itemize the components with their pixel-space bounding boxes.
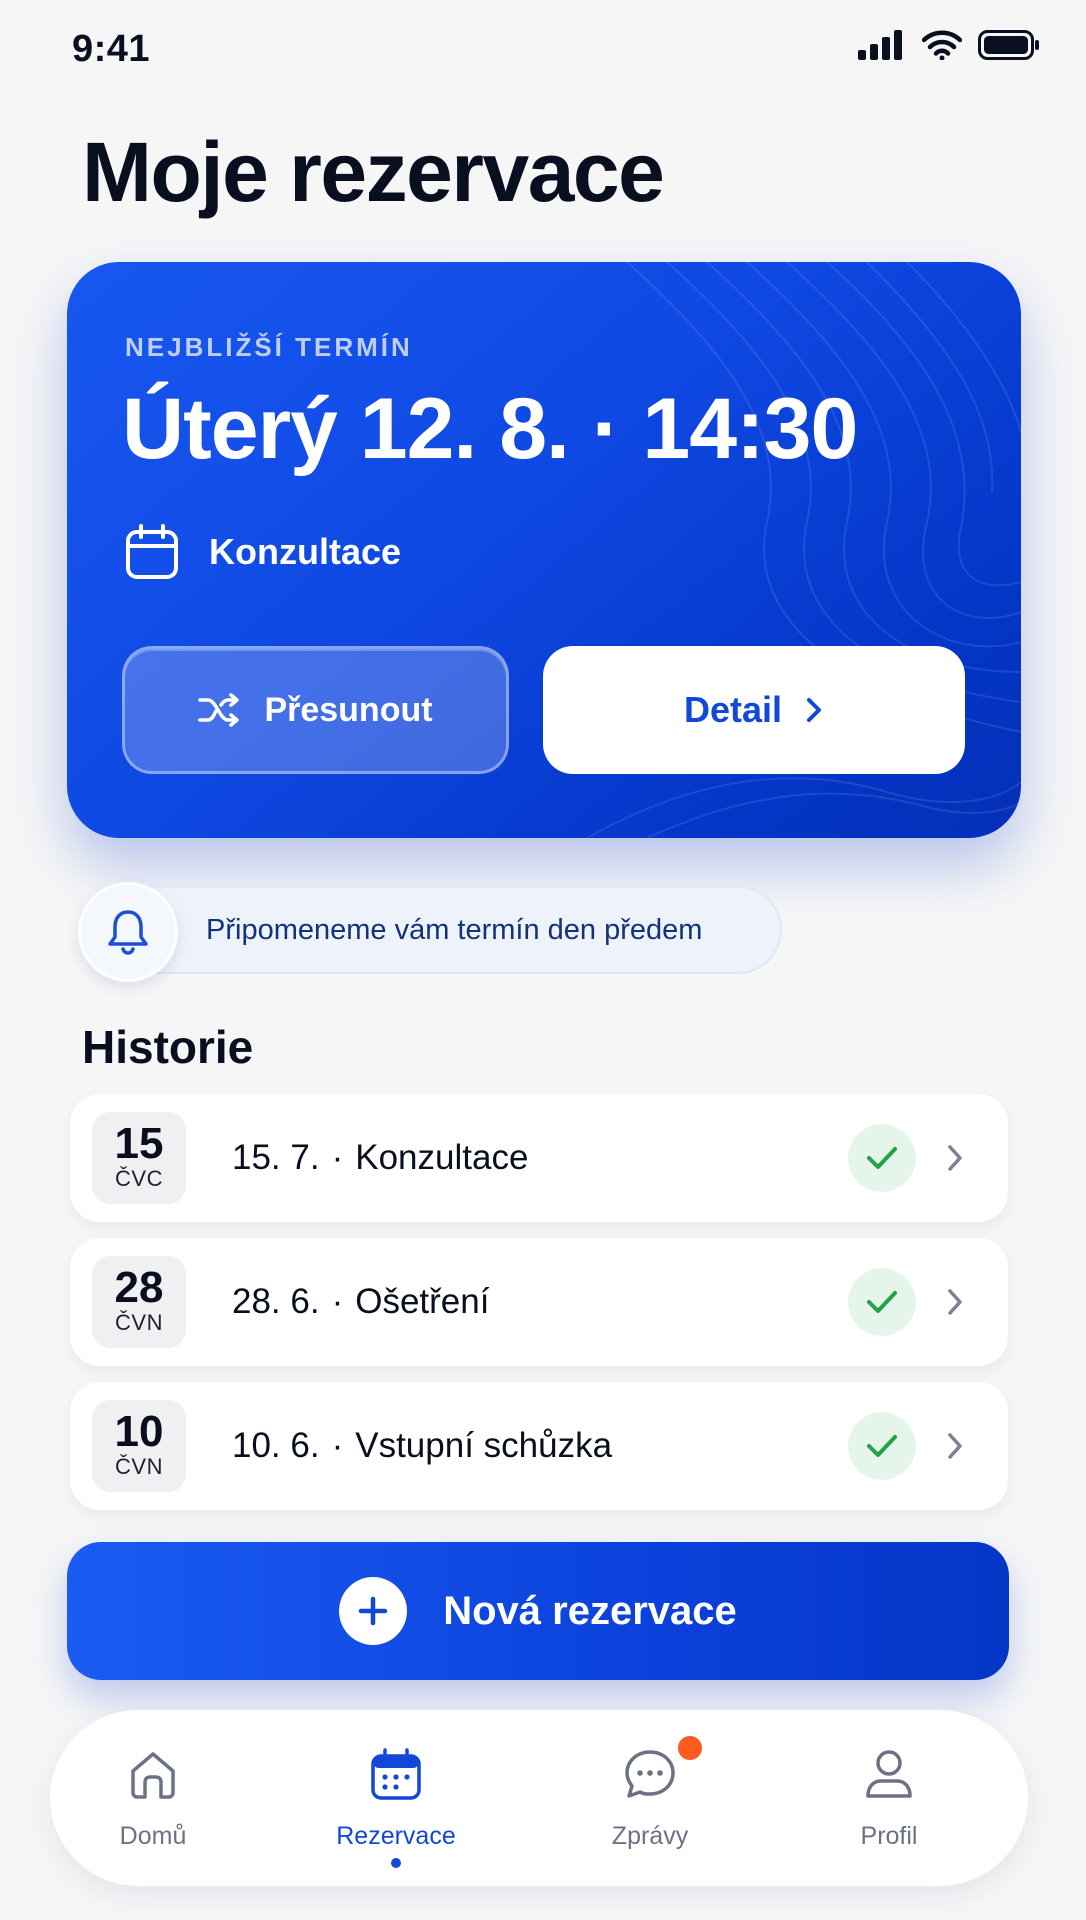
completed-status-badge (848, 1412, 916, 1480)
date-badge-day: 10 (114, 1407, 164, 1456)
tab-messages-label: Zprávy (611, 1822, 689, 1850)
history-list: 15 ČVC 15. 7. · Konzultace 28 ČVN 28. 6. · O… (70, 1094, 1008, 1526)
history-row[interactable]: 28 ČVN 28. 6. · Ošetření (70, 1238, 1008, 1366)
history-section-title: Historie (82, 1021, 254, 1073)
checkmark-icon (867, 1291, 897, 1313)
status-time: 9:41 (72, 28, 151, 70)
date-badge-month: ČVN (115, 1310, 163, 1335)
tab-reservations[interactable]: Rezervace (306, 1710, 486, 1886)
tab-reservations-label: Rezervace (336, 1822, 456, 1850)
date-badge-month: ČVC (115, 1166, 163, 1191)
completed-status-badge (848, 1268, 916, 1336)
bell-icon (108, 910, 148, 955)
plus-glyph (358, 1596, 388, 1626)
history-row-date: 10. 6. (232, 1426, 320, 1465)
notification-dot (678, 1736, 702, 1760)
next-appointment-eyebrow: NEJBLIŽŠÍ TERMÍN (125, 332, 413, 362)
history-row-date: 15. 7. (232, 1138, 320, 1177)
plus-icon (339, 1577, 408, 1645)
checkmark-icon (867, 1435, 897, 1457)
detail-button-label: Detail (683, 689, 783, 730)
history-row-service: Konzultace (355, 1138, 529, 1177)
next-appointment-card[interactable]: NEJBLIŽŠÍ TERMÍN Úterý 12. 8. · 14:30 Ko… (67, 262, 1021, 838)
separator-dot: · (331, 1138, 344, 1177)
next-appointment-type: Konzultace (125, 524, 401, 580)
chevron-right-icon (948, 1145, 962, 1171)
status-bar: 9:41 (0, 0, 1086, 100)
reschedule-button-label: Přesunout (264, 690, 433, 729)
new-booking-button-label: Nová rezervace (443, 1588, 737, 1633)
status-icons (858, 30, 1040, 60)
battery-icon (978, 30, 1039, 60)
user-icon (866, 1750, 912, 1798)
history-row-text: 15. 7. · Konzultace (232, 1138, 528, 1178)
detail-button[interactable]: Detail (543, 646, 965, 774)
tab-home[interactable]: Domů (63, 1710, 243, 1886)
reminder-text: Připomeneme vám termín den předem (206, 914, 703, 946)
date-badge: 10 ČVN (92, 1400, 186, 1492)
chevron-right-icon (807, 698, 822, 722)
history-row-text: 28. 6. · Ošetření (232, 1282, 489, 1322)
history-row[interactable]: 10 ČVN 10. 6. · Vstupní schůzka (70, 1382, 1008, 1510)
chat-bubble-icon (625, 1750, 675, 1798)
date-badge-month: ČVN (115, 1454, 163, 1479)
wifi-icon (922, 30, 962, 60)
shuffle-icon (198, 693, 240, 727)
tab-profile[interactable]: Profil (799, 1710, 979, 1886)
active-tab-indicator (391, 1858, 401, 1868)
new-booking-button[interactable]: Nová rezervace (67, 1542, 1009, 1680)
date-badge: 28 ČVN (92, 1256, 186, 1348)
reservations-screen: 9:41 Moje rezervace NEJBLIŽŠÍ TERMÍN Úte… (0, 0, 1086, 1920)
reminder-bell-badge (78, 882, 178, 982)
date-badge-day: 28 (114, 1263, 164, 1312)
chevron-right-icon (948, 1433, 962, 1459)
tab-messages[interactable]: Zprávy (560, 1710, 740, 1886)
tab-bar: Domů Rezervace Zprávy Profil (50, 1710, 1028, 1886)
completed-status-badge (848, 1124, 916, 1192)
signal-icon (858, 30, 902, 60)
history-row-service: Vstupní schůzka (355, 1426, 613, 1465)
history-row-date: 28. 6. (232, 1282, 320, 1321)
history-row[interactable]: 15 ČVC 15. 7. · Konzultace (70, 1094, 1008, 1222)
calendar-icon (126, 524, 178, 579)
date-badge-day: 15 (114, 1119, 164, 1168)
page-title: Moje rezervace (82, 125, 665, 219)
reminder-banner: Připomeneme vám termín den předem (78, 882, 782, 982)
home-icon (131, 1752, 175, 1799)
separator-dot: · (331, 1282, 344, 1321)
date-badge: 15 ČVC (92, 1112, 186, 1204)
reschedule-button[interactable]: Přesunout (122, 646, 509, 774)
history-row-text: 10. 6. · Vstupní schůzka (232, 1426, 612, 1466)
next-appointment-datetime: Úterý 12. 8. · 14:30 (122, 381, 858, 477)
history-row-service: Ošetření (355, 1282, 490, 1321)
calendar-icon (371, 1748, 421, 1800)
tab-home-label: Domů (119, 1822, 187, 1850)
checkmark-icon (867, 1147, 897, 1169)
tab-profile-label: Profil (860, 1822, 918, 1850)
next-appointment-type-label: Konzultace (209, 531, 402, 572)
chevron-right-icon (948, 1289, 962, 1315)
separator-dot: · (331, 1426, 344, 1465)
